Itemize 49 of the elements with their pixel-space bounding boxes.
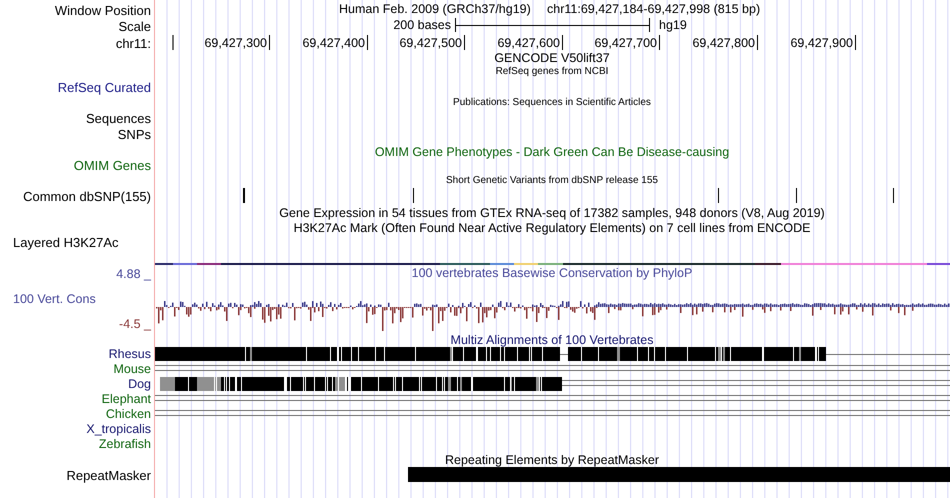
track-title: H3K27Ac Mark (Often Found Near Active Regulatory Elements) on 7 cell lines from ENCODE bbox=[294, 222, 810, 234]
position-text: chr11:69,427,184-69,427,998 (815 bp) bbox=[547, 3, 760, 16]
track-title: OMIM Gene Phenotypes - Dark Green Can Be Disease-causing bbox=[374, 146, 730, 158]
species-label: X_tropicalis bbox=[86, 423, 151, 436]
track-label: 100 Vert. Cons bbox=[13, 293, 96, 306]
scale-label: 200 bases bbox=[393, 19, 451, 32]
track-title: RefSeq genes from NCBI bbox=[496, 67, 608, 77]
ruler-label: 69,427,700 bbox=[594, 37, 657, 50]
track-title: GENCODE V50lift37 bbox=[494, 52, 610, 64]
track-title: Repeating Elements by RepeatMasker bbox=[445, 454, 659, 466]
species-label: Elephant bbox=[102, 393, 151, 406]
row-label: Window Position bbox=[54, 4, 151, 17]
assembly-label: hg19 bbox=[659, 19, 687, 32]
ruler-label: 69,427,500 bbox=[399, 37, 462, 50]
ruler-label: 69,427,900 bbox=[790, 37, 853, 50]
axis-label: 4.88 _ bbox=[116, 268, 151, 280]
assembly-title: Human Feb. 2009 (GRCh37/hg19) bbox=[339, 3, 531, 16]
track-title: Multiz Alignments of 100 Vertebrates bbox=[450, 334, 654, 346]
track-label: SNPs bbox=[118, 128, 151, 141]
axis-label: -4.5 _ bbox=[119, 318, 151, 330]
species-label: Rhesus bbox=[108, 348, 151, 360]
ruler-tick bbox=[562, 35, 563, 50]
track-title: Gene Expression in 54 tissues from GTEx RNA-seq of 17382 samples, 948 donors (V8, Aug 2019) bbox=[279, 207, 825, 220]
track-title: Publications: Sequences in Scientific Articles bbox=[453, 98, 651, 108]
track-label: Common dbSNP(155) bbox=[23, 190, 151, 203]
species-label: Dog bbox=[128, 378, 151, 390]
ruler-label: 69,427,800 bbox=[692, 37, 755, 50]
ruler-label: 69,427,400 bbox=[302, 37, 365, 50]
species-label: Chicken bbox=[106, 408, 151, 420]
track-label: OMIM Genes bbox=[74, 159, 151, 172]
track-title: Short Genetic Variants from dbSNP release 155 bbox=[446, 176, 658, 186]
species-label: Mouse bbox=[113, 363, 151, 376]
track-label: Layered H3K27Ac bbox=[13, 236, 119, 249]
species-label: Zebrafish bbox=[98, 438, 151, 450]
ruler-tick bbox=[464, 35, 465, 50]
ruler-label: 69,427,600 bbox=[497, 37, 560, 50]
row-label: chr11: bbox=[116, 37, 151, 50]
track-label: RepeatMasker bbox=[66, 469, 151, 482]
track-label: Sequences bbox=[86, 112, 151, 125]
track-label: RefSeq Curated bbox=[58, 81, 151, 94]
ruler-tick bbox=[757, 35, 758, 50]
ruler-tick bbox=[269, 35, 270, 50]
ruler-tick bbox=[659, 35, 660, 50]
ruler-label: 69,427,300 bbox=[204, 37, 267, 50]
ruler-tick bbox=[367, 35, 368, 50]
row-label: Scale bbox=[118, 20, 151, 33]
track-title: 100 vertebrates Basewise Conservation by PhyloP bbox=[412, 267, 692, 280]
ruler-tick bbox=[855, 35, 856, 50]
ruler-tick bbox=[172, 35, 174, 50]
